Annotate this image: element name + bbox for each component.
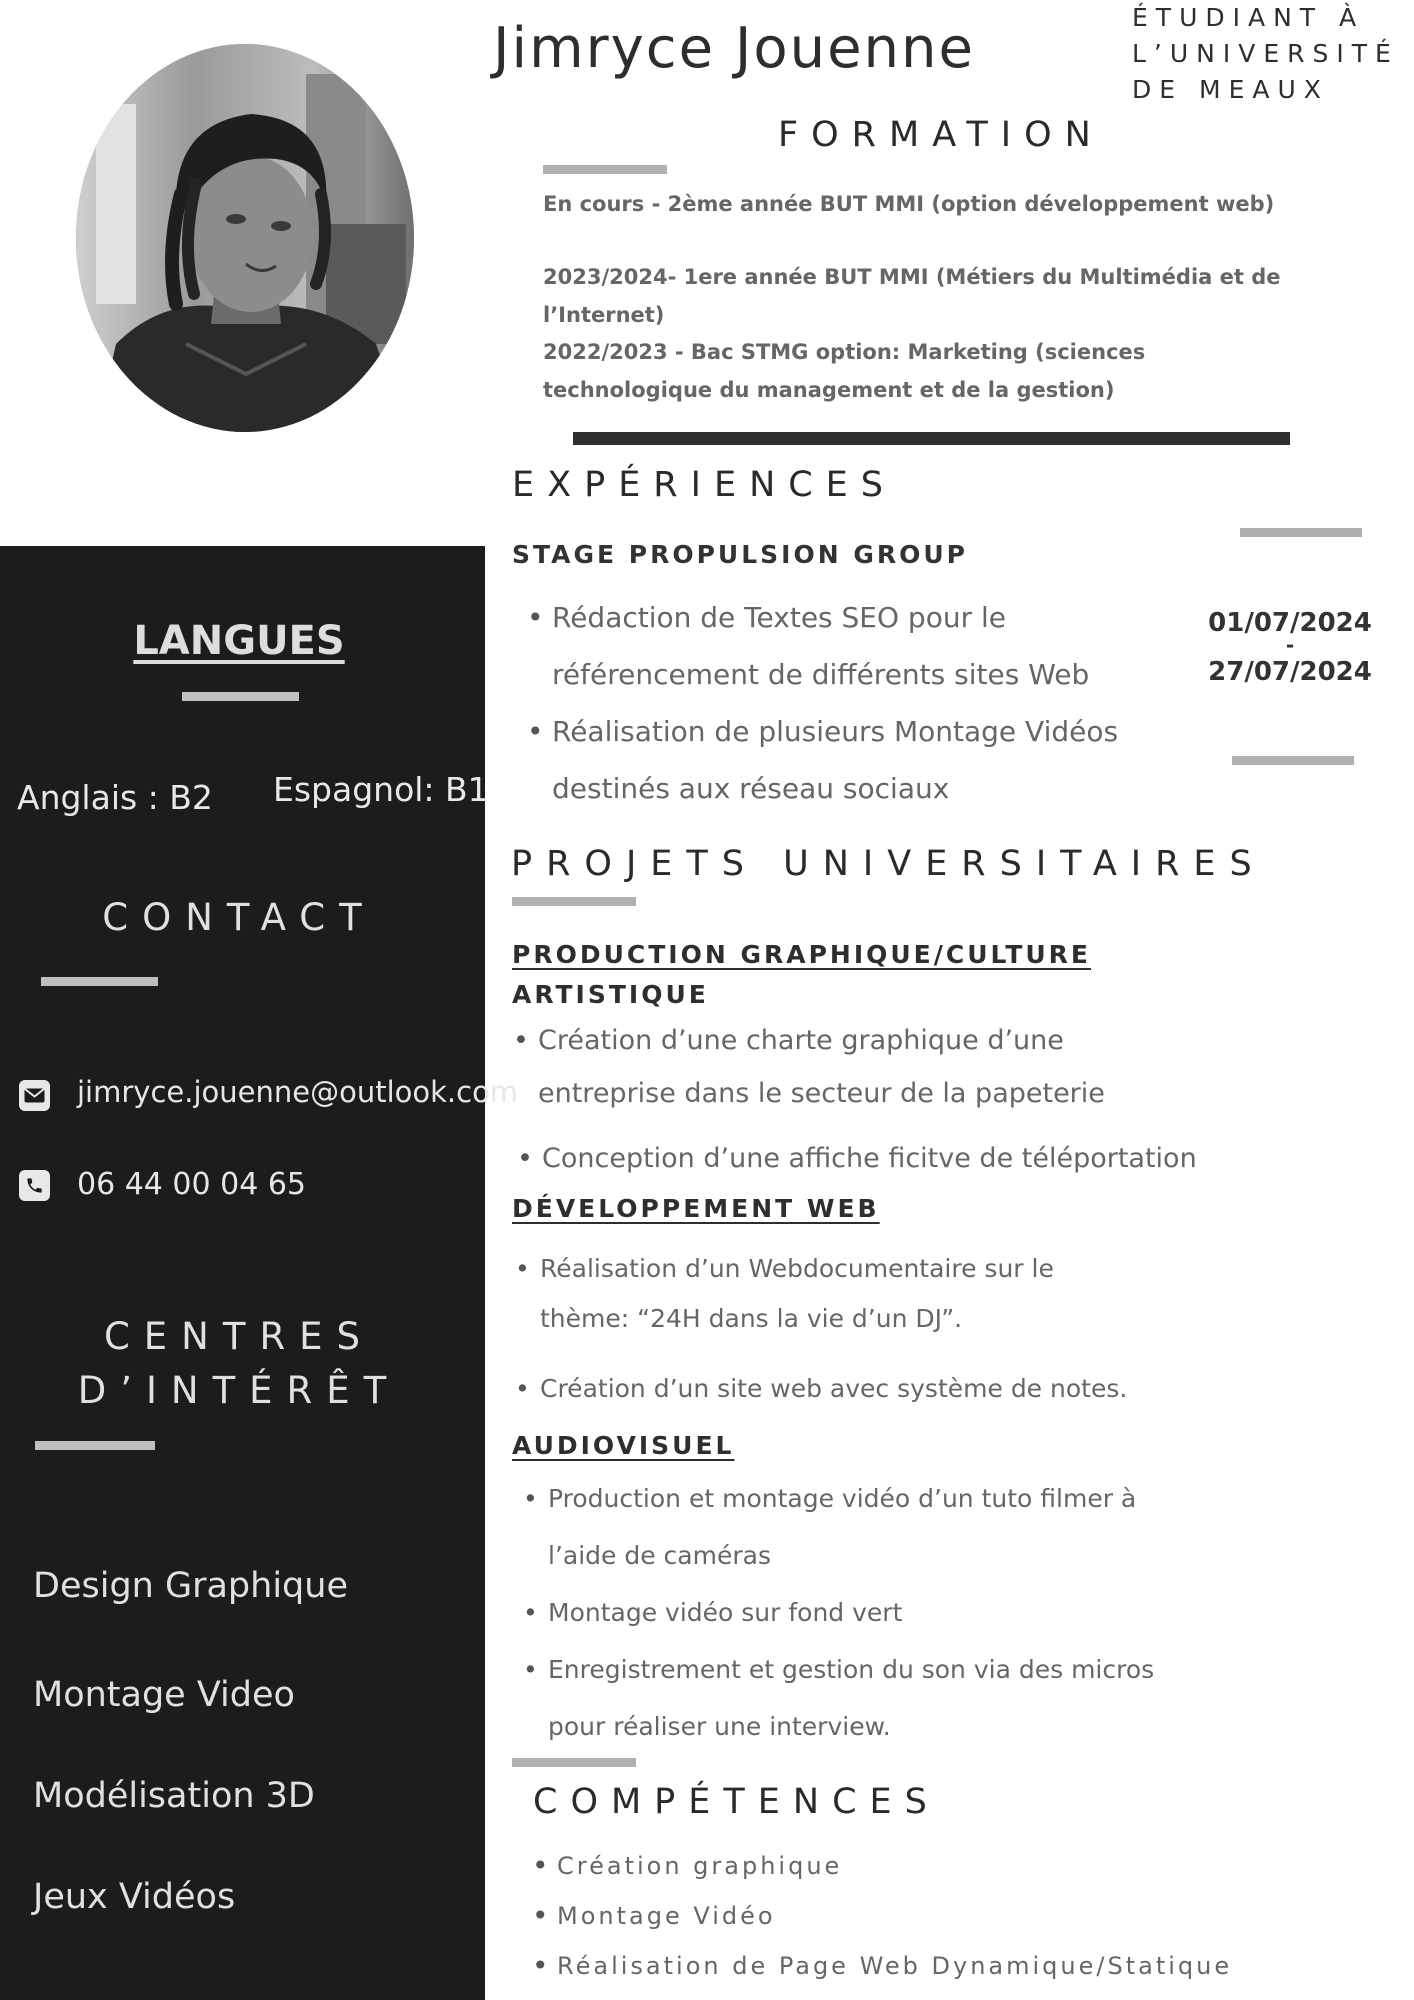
- interests-accent-bar: [35, 1441, 155, 1450]
- experience-bullet-cont-text: destinés aux réseau sociaux: [552, 772, 950, 805]
- production-bullet-cont-text: entreprise dans le secteur de la papeter…: [538, 1078, 1105, 1109]
- experience-bullet-cont: référencement de différents sites Web: [519, 646, 1139, 703]
- formation-item-1: En cours - 2ème année BUT MMI (option dé…: [543, 192, 1275, 216]
- audiovisuel-bullets: Production et montage vidéo d’un tuto fi…: [515, 1470, 1235, 1755]
- contact-phone[interactable]: 06 44 00 04 65: [77, 1167, 306, 1202]
- portrait-illustration: [76, 44, 414, 432]
- audiovisuel-bullet: Montage vidéo sur fond vert: [515, 1584, 1235, 1641]
- interests-title-line-2: D’INTÉRÊT: [77, 1369, 401, 1412]
- interest-item: Design Graphique: [33, 1566, 348, 1606]
- date-accent-bar: [1232, 756, 1354, 765]
- subtitle-line-2: L’UNIVERSITÉ: [1132, 39, 1399, 68]
- contact-accent-bar: [41, 977, 158, 986]
- interest-item: Montage Video: [33, 1675, 295, 1715]
- langues-accent-bar: [182, 692, 299, 701]
- production-bullets: Création d’une charte graphique d’une en…: [505, 1014, 1205, 1120]
- langues-title: LANGUES: [133, 618, 345, 664]
- experience-bullet-cont: destinés aux réseau sociaux: [519, 760, 1139, 817]
- production-title: PRODUCTION GRAPHIQUE/CULTURE ARTISTIQUE: [512, 935, 1091, 1015]
- experiences-accent-bar: [1240, 528, 1362, 537]
- competence-item: Création graphique: [524, 1841, 1374, 1891]
- contact-title: CONTACT: [102, 896, 376, 939]
- experience-bullet: Rédaction de Textes SEO pour le: [519, 589, 1139, 646]
- candidate-subtitle: ÉTUDIANT À L’UNIVERSITÉ DE MEAUX: [1132, 0, 1399, 108]
- formation-title: FORMATION: [778, 115, 1104, 155]
- production-bullet-cont: entreprise dans le secteur de la papeter…: [505, 1067, 1205, 1120]
- competence-item: Montage Vidéo: [524, 1891, 1374, 1941]
- interests-title-line-1: CENTRES: [103, 1315, 375, 1358]
- formation-item-2: 2023/2024- 1ere année BUT MMI (Métiers d…: [543, 265, 1281, 327]
- devweb-bullet: Création d’un site web avec système de n…: [507, 1364, 1227, 1414]
- subtitle-line-3: DE MEAUX: [1132, 75, 1329, 104]
- production-bullet: Création d’une charte graphique d’une: [505, 1014, 1205, 1067]
- candidate-name: Jimryce Jouenne: [493, 16, 975, 81]
- audiovisuel-title: AUDIOVISUEL: [512, 1431, 735, 1460]
- formation-divider: [573, 432, 1290, 445]
- interests-title: CENTRES D’INTÉRÊT: [0, 1310, 478, 1418]
- production-title-line-1: PRODUCTION GRAPHIQUE/CULTURE: [512, 940, 1092, 969]
- lang-spanish: Espagnol: B1: [273, 770, 489, 809]
- date-separator: -: [1285, 633, 1295, 657]
- devweb-bullets-2: Création d’un site web avec système de n…: [507, 1364, 1227, 1414]
- audiovisuel-bullet: Production et montage vidéo d’un tuto fi…: [515, 1470, 1235, 1527]
- competence-item: Réalisation de Page Web Dynamique/Statiq…: [524, 1941, 1374, 1991]
- competences-title: COMPÉTENCES: [533, 1782, 940, 1822]
- contact-email[interactable]: jimryce.jouenne@outlook.com: [77, 1075, 518, 1109]
- devweb-bullet-cont-text: thème: “24H dans la vie d’un DJ”.: [540, 1304, 963, 1333]
- phone-icon: [19, 1170, 50, 1201]
- date-end: 27/07/2024: [1208, 657, 1372, 687]
- experience-bullets: Rédaction de Textes SEO pour le référenc…: [519, 589, 1139, 817]
- profile-photo: [76, 44, 414, 432]
- audiovisuel-bullet-cont: pour réaliser une interview.: [515, 1698, 1235, 1755]
- experience-bullet-cont-text: référencement de différents sites Web: [552, 658, 1090, 691]
- devweb-bullets: Réalisation d’un Webdocumentaire sur le …: [507, 1244, 1207, 1344]
- devweb-bullet: Réalisation d’un Webdocumentaire sur le: [507, 1244, 1207, 1294]
- audiovisuel-bullet-cont: l’aide de caméras: [515, 1527, 1235, 1584]
- envelope-icon: [19, 1080, 50, 1111]
- audiovisuel-bullet-cont-text: l’aide de caméras: [548, 1541, 771, 1570]
- job-title: STAGE PROPULSION GROUP: [512, 540, 968, 569]
- subtitle-line-1: ÉTUDIANT À: [1132, 3, 1365, 32]
- audiovisuel-bullet: Enregistrement et gestion du son via des…: [515, 1641, 1235, 1698]
- formation-accent-bar: [543, 165, 667, 174]
- envelope-icon-glyph: [24, 1088, 45, 1103]
- competences-accent-bar: [512, 1758, 636, 1767]
- projets-accent-bar: [512, 897, 636, 906]
- production-bullet: Conception d’une affiche ficitve de télé…: [509, 1132, 1229, 1185]
- audiovisuel-bullet-cont-text: pour réaliser une interview.: [548, 1712, 891, 1741]
- experience-bullet: Réalisation de plusieurs Montage Vidéos: [519, 703, 1139, 760]
- devweb-title: DÉVELOPPEMENT WEB: [512, 1194, 880, 1223]
- projets-title: PROJETS UNIVERSITAIRES: [511, 844, 1266, 884]
- formation-item-3: 2022/2023 - Bac STMG option: Marketing (…: [543, 340, 1146, 402]
- devweb-bullet-cont: thème: “24H dans la vie d’un DJ”.: [507, 1294, 1207, 1344]
- lang-english: Anglais : B2: [17, 778, 213, 817]
- phone-icon-glyph: [27, 1178, 42, 1193]
- competences-list: Création graphique Montage Vidéo Réalisa…: [524, 1841, 1374, 1991]
- interest-item: Jeux Vidéos: [33, 1877, 236, 1917]
- production-title-line-2: ARTISTIQUE: [512, 980, 709, 1009]
- experiences-title: EXPÉRIENCES: [512, 465, 897, 505]
- production-bullets-2: Conception d’une affiche ficitve de télé…: [509, 1132, 1229, 1185]
- interest-item: Modélisation 3D: [33, 1776, 315, 1816]
